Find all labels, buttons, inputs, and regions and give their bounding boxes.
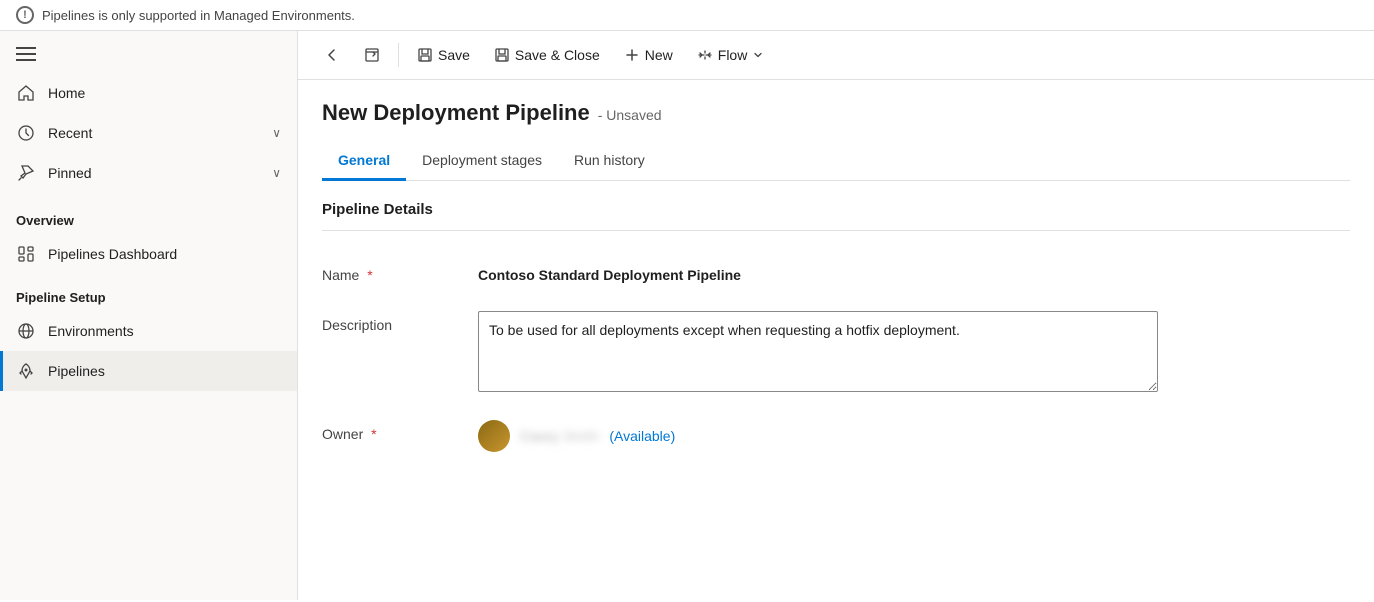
rocket-icon [16, 361, 36, 381]
toolbar-divider-1 [398, 43, 399, 67]
save-close-button[interactable]: Save & Close [484, 41, 610, 69]
dashboard-icon [16, 244, 36, 264]
save-button[interactable]: Save [407, 41, 480, 69]
globe-icon [16, 321, 36, 341]
back-button[interactable] [314, 41, 350, 69]
name-required-asterisk: * [367, 267, 372, 283]
new-label: New [645, 47, 673, 63]
recent-icon [16, 123, 36, 143]
pin-icon [16, 163, 36, 183]
name-value: Contoso Standard Deployment Pipeline [478, 261, 1350, 283]
home-icon [16, 83, 36, 103]
sidebar-item-pipelines-dashboard[interactable]: Pipelines Dashboard [0, 234, 297, 274]
form-area: Pipeline Details Name * Contoso Standard… [298, 181, 1374, 600]
sidebar-recent-label: Recent [48, 125, 92, 141]
recent-chevron-icon: ∨ [272, 126, 281, 140]
page-title: New Deployment Pipeline [322, 100, 590, 126]
sidebar-pipelines-label: Pipelines [48, 363, 105, 379]
sidebar-environments-label: Environments [48, 323, 134, 339]
pinned-chevron-icon: ∨ [272, 166, 281, 180]
open-button[interactable] [354, 41, 390, 69]
tabs: General Deployment stages Run history [322, 142, 1350, 181]
tab-run-history[interactable]: Run history [558, 142, 661, 181]
main-content: Save Save & Close New [298, 31, 1374, 600]
page-header: New Deployment Pipeline - Unsaved Genera… [298, 80, 1374, 181]
save-label: Save [438, 47, 470, 63]
sidebar-item-home[interactable]: Home [0, 73, 297, 113]
owner-required-asterisk: * [371, 426, 376, 442]
name-form-row: Name * Contoso Standard Deployment Pipel… [322, 247, 1350, 297]
tab-general[interactable]: General [322, 142, 406, 181]
hamburger-menu-button[interactable] [16, 47, 36, 61]
owner-status: (Available) [609, 428, 675, 444]
warning-icon: ! [16, 6, 34, 24]
sidebar-pinned-label: Pinned [48, 165, 92, 181]
owner-label: Owner * [322, 420, 462, 442]
save-close-label: Save & Close [515, 47, 600, 63]
section-title: Pipeline Details [322, 181, 1350, 231]
owner-value-row: Casey Smith (Available) [478, 420, 675, 452]
name-label: Name * [322, 261, 462, 283]
sidebar-item-environments[interactable]: Environments [0, 311, 297, 351]
page-subtitle: - Unsaved [598, 107, 662, 123]
page-title-row: New Deployment Pipeline - Unsaved [322, 100, 1350, 126]
sidebar-nav: Home Recent ∨ Pi [0, 69, 297, 197]
toolbar: Save Save & Close New [298, 31, 1374, 80]
owner-form-row: Owner * Casey Smith (Available) [322, 406, 1350, 466]
new-button[interactable]: New [614, 41, 683, 69]
sidebar-pipelines-dashboard-label: Pipelines Dashboard [48, 246, 177, 262]
sidebar-item-recent[interactable]: Recent ∨ [0, 113, 297, 153]
sidebar: Home Recent ∨ Pi [0, 31, 298, 600]
flow-label: Flow [718, 47, 748, 63]
avatar [478, 420, 510, 452]
flow-button[interactable]: Flow [687, 41, 775, 69]
sidebar-header [0, 31, 297, 69]
description-form-row: Description To be used for all deploymen… [322, 297, 1350, 406]
sidebar-item-pipelines[interactable]: Pipelines [0, 351, 297, 391]
banner-text: Pipelines is only supported in Managed E… [42, 8, 355, 23]
overview-section-label: Overview [0, 197, 297, 234]
pipeline-setup-section-label: Pipeline Setup [0, 274, 297, 311]
description-label: Description [322, 311, 462, 333]
description-textarea[interactable]: To be used for all deployments except wh… [478, 311, 1158, 392]
owner-name: Casey Smith [520, 428, 599, 444]
tab-deployment-stages[interactable]: Deployment stages [406, 142, 558, 181]
sidebar-item-pinned[interactable]: Pinned ∨ [0, 153, 297, 193]
sidebar-home-label: Home [48, 85, 85, 101]
managed-env-banner: ! Pipelines is only supported in Managed… [0, 0, 1374, 31]
